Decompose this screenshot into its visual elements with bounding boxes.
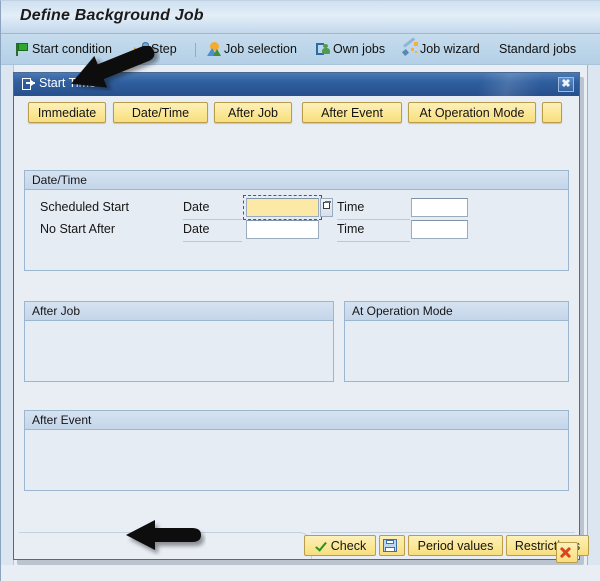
- group-title-operation-mode: At Operation Mode: [352, 304, 453, 318]
- start-type-immediate[interactable]: Immediate: [28, 102, 106, 123]
- toolbar-label-own-jobs: Own jobs: [333, 42, 386, 56]
- start-time-icon: [22, 78, 35, 90]
- toolbar-label-job-selection: Job selection: [224, 42, 297, 56]
- toolbar-separator: [195, 43, 196, 57]
- close-icon[interactable]: ✖: [558, 77, 574, 92]
- period-values-button[interactable]: Period values: [408, 535, 503, 556]
- group-header-after-event: After Event: [25, 411, 568, 430]
- start-type-button-row: Immediate Date/Time After Job After Even…: [14, 96, 579, 136]
- group-after-event: After Event: [24, 410, 569, 491]
- main-window-titlebar: Define Background Job: [1, 1, 600, 34]
- no-start-after-date-input[interactable]: [246, 220, 319, 239]
- dialog-titlebar[interactable]: Start Time ✖: [14, 73, 579, 96]
- label-no-start-after-date: Date: [183, 222, 210, 236]
- footer-divider-right: [311, 532, 575, 533]
- toolbar-label-standard-jobs: Standard jobs: [499, 42, 577, 56]
- start-type-more[interactable]: [542, 102, 562, 123]
- group-date-time: Date/Time Scheduled Start Date Time No S…: [24, 170, 569, 271]
- start-type-after-job[interactable]: After Job: [214, 102, 292, 123]
- toolbar-label-step: Step: [151, 42, 177, 56]
- footer-divider-left: [19, 532, 290, 533]
- job-wizard-icon: [401, 37, 418, 57]
- group-body-operation-mode[interactable]: [345, 321, 568, 381]
- label-no-start-after-time: Time: [337, 222, 365, 236]
- job-selection-icon: [207, 42, 222, 57]
- label-scheduled-start-date: Date: [183, 200, 210, 214]
- cancel-x-icon: [559, 546, 572, 559]
- group-header-date-time: Date/Time: [25, 171, 568, 190]
- start-time-dialog: Start Time ✖ Immediate Date/Time After J…: [13, 72, 589, 560]
- group-after-job: After Job: [24, 301, 334, 382]
- own-jobs-icon: [316, 42, 331, 57]
- group-header-after-job: After Job: [25, 302, 333, 321]
- check-button-label: Check: [330, 538, 367, 553]
- toolbar-button-own-jobs[interactable]: Own jobs: [316, 40, 385, 59]
- scheduled-start-time-input[interactable]: [411, 198, 468, 217]
- group-header-operation-mode: At Operation Mode: [345, 302, 568, 321]
- cancel-button[interactable]: [556, 542, 578, 563]
- label-scheduled-start-time: Time: [337, 200, 365, 214]
- toolbar-button-start-condition[interactable]: Start condition: [15, 40, 112, 59]
- save-button[interactable]: [379, 535, 405, 556]
- group-title-after-job: After Job: [32, 304, 81, 318]
- start-type-date-time[interactable]: Date/Time: [113, 102, 208, 123]
- group-body-after-job[interactable]: [25, 321, 333, 381]
- step-icon: [134, 42, 149, 57]
- toolbar-button-job-selection[interactable]: Job selection: [207, 40, 297, 59]
- check-button[interactable]: Check: [304, 535, 376, 556]
- label-no-start-after: No Start After: [40, 222, 116, 236]
- scheduled-start-date-input[interactable]: [246, 198, 319, 217]
- group-title-date-time: Date/Time: [32, 173, 87, 187]
- group-title-after-event: After Event: [32, 413, 92, 427]
- toolbar-button-standard-jobs[interactable]: Standard jobs: [499, 40, 576, 59]
- value-help-icon[interactable]: [320, 198, 333, 217]
- label-scheduled-start: Scheduled Start: [40, 200, 129, 214]
- group-operation-mode: At Operation Mode: [344, 301, 569, 382]
- screenshot-root: Define Background Job Start condition St…: [0, 0, 600, 581]
- toolbar-label-job-wizard: Job wizard: [420, 42, 480, 56]
- save-icon: [383, 539, 397, 552]
- toolbar-label-start-condition: Start condition: [32, 42, 112, 56]
- check-icon: [314, 539, 327, 552]
- page-title: Define Background Job: [20, 7, 204, 24]
- group-body-after-event[interactable]: [25, 430, 568, 490]
- toolbar-button-job-wizard[interactable]: Job wizard: [401, 37, 480, 59]
- start-type-after-event[interactable]: After Event: [302, 102, 402, 123]
- dialog-title: Start Time: [39, 76, 96, 90]
- window-right-margin: [587, 65, 600, 581]
- start-type-operation-mode[interactable]: At Operation Mode: [408, 102, 536, 123]
- no-start-after-time-input[interactable]: [411, 220, 468, 239]
- dialog-footer: Check Period values Restrictions: [14, 527, 589, 559]
- window-bottom-margin: [1, 565, 600, 581]
- application-toolbar: Start condition Step Job selection Own j…: [1, 34, 600, 65]
- flag-icon: [15, 42, 30, 57]
- toolbar-button-step[interactable]: Step: [134, 40, 177, 59]
